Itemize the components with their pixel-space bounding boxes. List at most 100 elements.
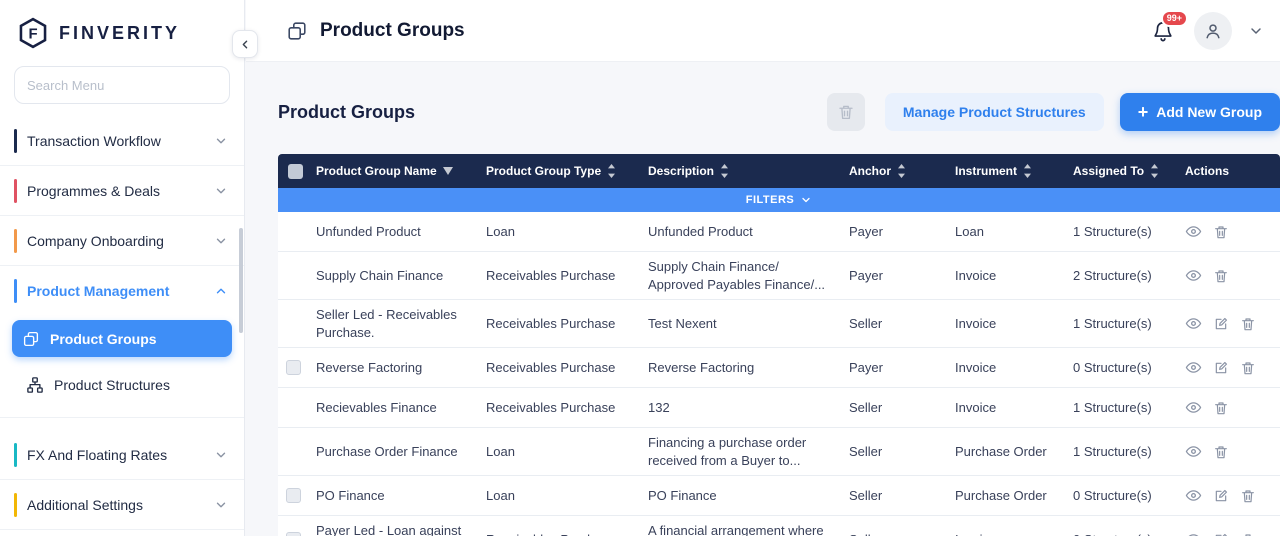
column-product-group-name[interactable]: Product Group Name xyxy=(308,164,478,178)
column-product-group-type[interactable]: Product Group Type xyxy=(478,164,640,178)
sidebar-scrollbar[interactable] xyxy=(239,228,243,333)
account-menu-chevron-icon[interactable] xyxy=(1248,23,1264,39)
page-title: Product Groups xyxy=(286,20,465,42)
chevron-left-icon xyxy=(239,38,252,51)
eye-icon xyxy=(1185,487,1202,504)
user-avatar-button[interactable] xyxy=(1194,12,1232,50)
cell-group-name: Payer Led - Loan against Payables xyxy=(308,516,478,536)
chevron-down-icon xyxy=(214,498,228,512)
cell-anchor: Seller xyxy=(841,393,947,423)
cell-anchor: Payer xyxy=(841,353,947,383)
delete-button[interactable] xyxy=(1213,224,1229,240)
view-button[interactable] xyxy=(1185,359,1202,376)
sidebar-item-company-onboarding[interactable]: Company Onboarding xyxy=(0,216,244,266)
cell-group-name: Seller Led - Receivables Purchase. xyxy=(308,300,478,347)
cell-assigned-to: 1 Structure(s) xyxy=(1065,437,1177,467)
sort-icon xyxy=(1150,164,1159,178)
delete-button[interactable] xyxy=(1240,360,1256,376)
edit-button[interactable] xyxy=(1213,316,1229,332)
table-row: Payer Led - Loan against Payables Receiv… xyxy=(278,516,1280,536)
cell-description: Test Nexent xyxy=(640,309,841,339)
view-button[interactable] xyxy=(1185,315,1202,332)
cell-instrument: Purchase Order xyxy=(947,481,1065,511)
cell-assigned-to: 0 Structure(s) xyxy=(1065,481,1177,511)
sidebar-item-transaction-workflow[interactable]: Transaction Workflow xyxy=(0,116,244,166)
delete-button[interactable] xyxy=(1240,488,1256,504)
sort-icon xyxy=(1023,164,1032,178)
filters-bar[interactable]: FILTERS xyxy=(278,188,1280,212)
add-new-group-button[interactable]: + Add New Group xyxy=(1120,93,1280,131)
product-management-submenu: Product Groups Product Structures xyxy=(0,316,244,418)
brand-name: FINVERITY xyxy=(59,23,180,44)
trash-icon xyxy=(1240,532,1256,536)
sidebar-item-programmes-deals[interactable]: Programmes & Deals xyxy=(0,166,244,216)
row-checkbox[interactable] xyxy=(286,532,301,536)
product-groups-icon xyxy=(22,330,40,348)
table-row: Unfunded Product Loan Unfunded Product P… xyxy=(278,212,1280,252)
cell-assigned-to: 2 Structure(s) xyxy=(1065,261,1177,291)
cell-instrument: Invoice xyxy=(947,393,1065,423)
trash-icon xyxy=(1240,488,1256,504)
cell-description: Unfunded Product xyxy=(640,217,841,247)
view-button[interactable] xyxy=(1185,223,1202,240)
edit-icon xyxy=(1213,360,1229,376)
bulk-delete-button[interactable] xyxy=(827,93,865,131)
cell-group-type: Loan xyxy=(478,481,640,511)
select-all-checkbox[interactable] xyxy=(288,164,303,179)
sidebar-item-product-management[interactable]: Product Management xyxy=(0,266,244,316)
trash-icon xyxy=(1213,224,1229,240)
sidebar-item-fx-floating-rates[interactable]: FX And Floating Rates xyxy=(0,430,244,480)
delete-button[interactable] xyxy=(1240,532,1256,536)
cell-assigned-to: 0 Structure(s) xyxy=(1065,353,1177,383)
sidebar-item-additional-settings[interactable]: Additional Settings xyxy=(0,480,244,530)
delete-button[interactable] xyxy=(1213,268,1229,284)
toolbar: Product Groups Manage Product Structures… xyxy=(278,92,1280,132)
edit-button[interactable] xyxy=(1213,532,1229,536)
delete-button[interactable] xyxy=(1213,400,1229,416)
view-button[interactable] xyxy=(1185,443,1202,460)
cell-group-name: Unfunded Product xyxy=(308,217,478,247)
trash-icon xyxy=(1240,316,1256,332)
edit-button[interactable] xyxy=(1213,488,1229,504)
cell-assigned-to: 0 Structure(s) xyxy=(1065,525,1177,536)
main-area: Product Groups 99+ Product Groups xyxy=(246,0,1280,536)
sidebar: F FINVERITY Transaction Workflow Program… xyxy=(0,0,245,536)
column-assigned-to[interactable]: Assigned To xyxy=(1065,164,1177,178)
sidebar-item-product-groups[interactable]: Product Groups xyxy=(12,320,232,357)
view-button[interactable] xyxy=(1185,399,1202,416)
sidebar-collapse-button[interactable] xyxy=(232,30,258,58)
sidebar-item-product-structures[interactable]: Product Structures xyxy=(12,366,232,403)
edit-button[interactable] xyxy=(1213,360,1229,376)
cell-description: Reverse Factoring xyxy=(640,353,841,383)
column-description[interactable]: Description xyxy=(640,164,841,178)
view-button[interactable] xyxy=(1185,487,1202,504)
view-button[interactable] xyxy=(1185,267,1202,284)
accent-bar xyxy=(14,493,17,517)
notifications-button[interactable]: 99+ xyxy=(1148,16,1178,46)
cell-description: A financial arrangement where a lender p… xyxy=(640,516,841,536)
cell-anchor: Seller xyxy=(841,481,947,511)
cell-group-type: Loan xyxy=(478,437,640,467)
search-input[interactable] xyxy=(14,66,230,104)
table-row: Supply Chain Finance Receivables Purchas… xyxy=(278,252,1280,300)
plus-icon: + xyxy=(1138,103,1149,121)
cell-group-type: Receivables Purchase xyxy=(478,393,640,423)
delete-button[interactable] xyxy=(1240,316,1256,332)
eye-icon xyxy=(1185,531,1202,536)
column-instrument[interactable]: Instrument xyxy=(947,164,1065,178)
accent-bar xyxy=(14,179,17,203)
manage-product-structures-button[interactable]: Manage Product Structures xyxy=(885,93,1104,131)
cell-assigned-to: 1 Structure(s) xyxy=(1065,217,1177,247)
row-checkbox[interactable] xyxy=(286,488,301,503)
delete-button[interactable] xyxy=(1213,444,1229,460)
cell-group-type: Receivables Purchase xyxy=(478,261,640,291)
section-heading: Product Groups xyxy=(278,102,415,123)
cell-assigned-to: 1 Structure(s) xyxy=(1065,393,1177,423)
accent-bar xyxy=(14,279,17,303)
column-anchor[interactable]: Anchor xyxy=(841,164,947,178)
view-button[interactable] xyxy=(1185,531,1202,536)
row-checkbox[interactable] xyxy=(286,360,301,375)
sort-icon xyxy=(897,164,906,178)
product-groups-title-icon xyxy=(286,20,308,42)
eye-icon xyxy=(1185,315,1202,332)
